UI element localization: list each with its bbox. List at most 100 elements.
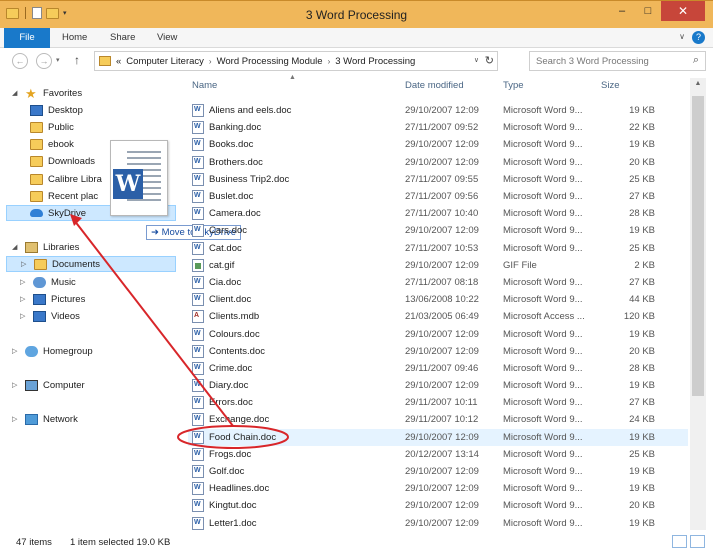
tab-view[interactable]: View bbox=[157, 28, 177, 48]
address-bar[interactable]: « Computer Literacy › Word Processing Mo… bbox=[94, 51, 498, 71]
file-size: 20 KB bbox=[629, 156, 655, 168]
column-header-size[interactable]: Size bbox=[601, 80, 619, 96]
recent-locations-icon[interactable]: ▾ bbox=[56, 56, 60, 64]
expand-icon[interactable]: ▷ bbox=[20, 295, 28, 303]
file-row[interactable]: Cia.doc 27/11/2007 08:18 Microsoft Word 9.… bbox=[188, 274, 688, 291]
file-row[interactable]: Cars.doc 29/10/2007 12:09 Microsoft Word 9… bbox=[188, 222, 688, 239]
file-name-cell: Errors.doc bbox=[192, 396, 253, 410]
breadcrumb-word-processing-module[interactable]: Word Processing Module bbox=[217, 56, 323, 67]
file-row[interactable]: Business Trip2.doc 27/11/2007 09:55 Micros… bbox=[188, 171, 688, 188]
file-row[interactable]: Camera.doc 27/11/2007 10:40 Microsoft Word… bbox=[188, 205, 688, 222]
nav-item-public[interactable]: Public bbox=[30, 119, 74, 135]
tab-home[interactable]: Home bbox=[62, 28, 87, 48]
column-header-name[interactable]: Name bbox=[192, 80, 217, 96]
word-document-icon bbox=[192, 447, 204, 461]
address-dropdown-icon[interactable]: ∨ bbox=[474, 56, 479, 64]
nav-item-music[interactable]: ▷ Music bbox=[20, 274, 76, 290]
file-row[interactable]: Brothers.doc 29/10/2007 12:09 Microsoft Wo… bbox=[188, 154, 688, 171]
expand-icon[interactable]: ▷ bbox=[12, 381, 20, 389]
expand-icon[interactable]: ▷ bbox=[12, 347, 20, 355]
breadcrumb-overflow[interactable]: « bbox=[116, 56, 121, 67]
file-name: Cat.doc bbox=[209, 242, 242, 254]
nav-network[interactable]: ▷ Network bbox=[12, 411, 78, 427]
file-row[interactable]: Exchange.doc 29/11/2007 10:12 Microsoft Wo… bbox=[188, 411, 688, 428]
expand-icon[interactable]: ▷ bbox=[21, 260, 29, 268]
file-row[interactable]: Golf.doc 29/10/2007 12:09 Microsoft Word 9… bbox=[188, 463, 688, 480]
file-type: Microsoft Word 9... bbox=[503, 156, 583, 168]
collapse-icon[interactable]: ◢ bbox=[12, 89, 20, 97]
network-icon bbox=[25, 413, 38, 425]
expand-ribbon-icon[interactable]: ∨ bbox=[679, 32, 685, 41]
file-type: Microsoft Word 9... bbox=[503, 105, 583, 117]
file-row[interactable]: Headlines.doc 29/10/2007 12:09 Microsoft W… bbox=[188, 480, 688, 497]
file-row[interactable]: Frogs.doc 20/12/2007 13:14 Microsoft Word … bbox=[188, 446, 688, 463]
file-row[interactable]: Cat.doc 27/11/2007 10:53 Microsoft Word 9.… bbox=[188, 240, 688, 257]
breadcrumb-separator-icon[interactable]: › bbox=[209, 57, 212, 66]
breadcrumb-computer-literacy[interactable]: Computer Literacy bbox=[126, 56, 204, 67]
nav-item-recent-places[interactable]: Recent plac bbox=[30, 188, 98, 204]
file-row[interactable]: Colours.doc 29/10/2007 12:09 Microsoft Wor… bbox=[188, 325, 688, 342]
file-name: Exchange.doc bbox=[209, 414, 270, 426]
help-icon[interactable]: ? bbox=[692, 31, 705, 44]
collapse-icon[interactable]: ◢ bbox=[12, 243, 20, 251]
file-name: Cia.doc bbox=[209, 276, 242, 288]
column-header-date[interactable]: Date modified bbox=[405, 80, 464, 96]
word-document-icon bbox=[192, 499, 204, 513]
file-row[interactable]: Diary.doc 29/10/2007 12:09 Microsoft Word … bbox=[188, 377, 688, 394]
forward-button[interactable]: → bbox=[36, 53, 52, 69]
file-row[interactable]: Food Chain.doc 29/10/2007 12:09 Microsoft … bbox=[188, 428, 688, 446]
nav-item-videos[interactable]: ▷ Videos bbox=[20, 308, 80, 324]
column-header-type[interactable]: Type bbox=[503, 80, 524, 96]
file-row[interactable]: cat.gif 29/10/2007 12:09 GIF File 2 KB bbox=[188, 257, 688, 274]
nav-item-label: Downloads bbox=[48, 155, 95, 167]
scrollbar-thumb[interactable] bbox=[692, 96, 704, 396]
word-document-icon bbox=[192, 155, 204, 169]
nav-item-ebook[interactable]: ebook bbox=[30, 136, 74, 152]
close-button[interactable]: ✕ bbox=[661, 1, 705, 21]
nav-item-desktop[interactable]: Desktop bbox=[30, 102, 83, 118]
file-date: 29/10/2007 12:09 bbox=[405, 380, 479, 392]
nav-item-pictures[interactable]: ▷ Pictures bbox=[20, 291, 85, 307]
file-row[interactable]: Errors.doc 29/11/2007 10:11 Microsoft Word… bbox=[188, 394, 688, 411]
computer-icon bbox=[25, 379, 38, 391]
nav-item-calibre-library[interactable]: Calibre Libra bbox=[30, 171, 102, 187]
tab-file[interactable]: File bbox=[4, 28, 50, 48]
back-button[interactable]: ← bbox=[12, 53, 28, 69]
nav-favorites[interactable]: ◢ ★ Favorites bbox=[12, 85, 82, 101]
breadcrumb-3-word-processing[interactable]: 3 Word Processing bbox=[335, 56, 415, 67]
nav-item-downloads[interactable]: Downloads bbox=[30, 153, 95, 169]
file-row[interactable]: Books.doc 29/10/2007 12:09 Microsoft Word … bbox=[188, 136, 688, 153]
minimize-button[interactable]: – bbox=[609, 1, 635, 21]
maximize-button[interactable]: □ bbox=[635, 1, 661, 21]
nav-homegroup[interactable]: ▷ Homegroup bbox=[12, 343, 93, 359]
file-date: 29/11/2007 09:46 bbox=[405, 362, 479, 374]
expand-icon[interactable]: ▷ bbox=[20, 312, 28, 320]
scroll-up-icon[interactable]: ▲ bbox=[690, 80, 706, 87]
breadcrumb-separator-icon[interactable]: › bbox=[328, 57, 331, 66]
up-button[interactable]: ↑ bbox=[74, 53, 80, 67]
vertical-scrollbar[interactable]: ▲ bbox=[690, 78, 706, 530]
file-name-cell: Cars.doc bbox=[192, 224, 247, 238]
nav-computer[interactable]: ▷ Computer bbox=[12, 377, 85, 393]
search-input[interactable]: Search 3 Word Processing ⌕ bbox=[529, 51, 706, 71]
file-row[interactable]: Aliens and eels.doc 29/10/2007 12:09 Micro… bbox=[188, 102, 688, 119]
file-row[interactable]: Clients.mdb 21/03/2005 06:49 Microsoft Acc… bbox=[188, 308, 688, 325]
nav-item-documents[interactable]: ▷ Documents bbox=[6, 256, 176, 272]
file-row[interactable]: Crime.doc 29/11/2007 09:46 Microsoft Word … bbox=[188, 360, 688, 377]
file-row[interactable]: Client.doc 13/06/2008 10:22 Microsoft Word… bbox=[188, 291, 688, 308]
search-icon[interactable]: ⌕ bbox=[693, 54, 699, 67]
details-view-icon[interactable] bbox=[672, 535, 687, 548]
file-row[interactable]: Contents.doc 29/10/2007 12:09 Microsoft Wo… bbox=[188, 343, 688, 360]
file-row[interactable]: Buslet.doc 27/11/2007 09:56 Microsoft Word… bbox=[188, 188, 688, 205]
expand-icon[interactable]: ▷ bbox=[12, 415, 20, 423]
file-type: Microsoft Word 9... bbox=[503, 225, 583, 237]
file-date: 27/11/2007 10:40 bbox=[405, 208, 479, 220]
refresh-icon[interactable]: ↻ bbox=[485, 54, 494, 67]
large-icons-view-icon[interactable] bbox=[690, 535, 705, 548]
file-row[interactable]: Kingtut.doc 29/10/2007 12:09 Microsoft Wor… bbox=[188, 497, 688, 514]
expand-icon[interactable]: ▷ bbox=[20, 278, 28, 286]
nav-libraries[interactable]: ◢ Libraries bbox=[12, 239, 79, 255]
file-row[interactable]: Banking.doc 27/11/2007 09:52 Microsoft Wor… bbox=[188, 119, 688, 136]
file-row[interactable]: Letter1.doc 29/10/2007 12:09 Microsoft Wor… bbox=[188, 515, 688, 532]
tab-share[interactable]: Share bbox=[110, 28, 135, 48]
